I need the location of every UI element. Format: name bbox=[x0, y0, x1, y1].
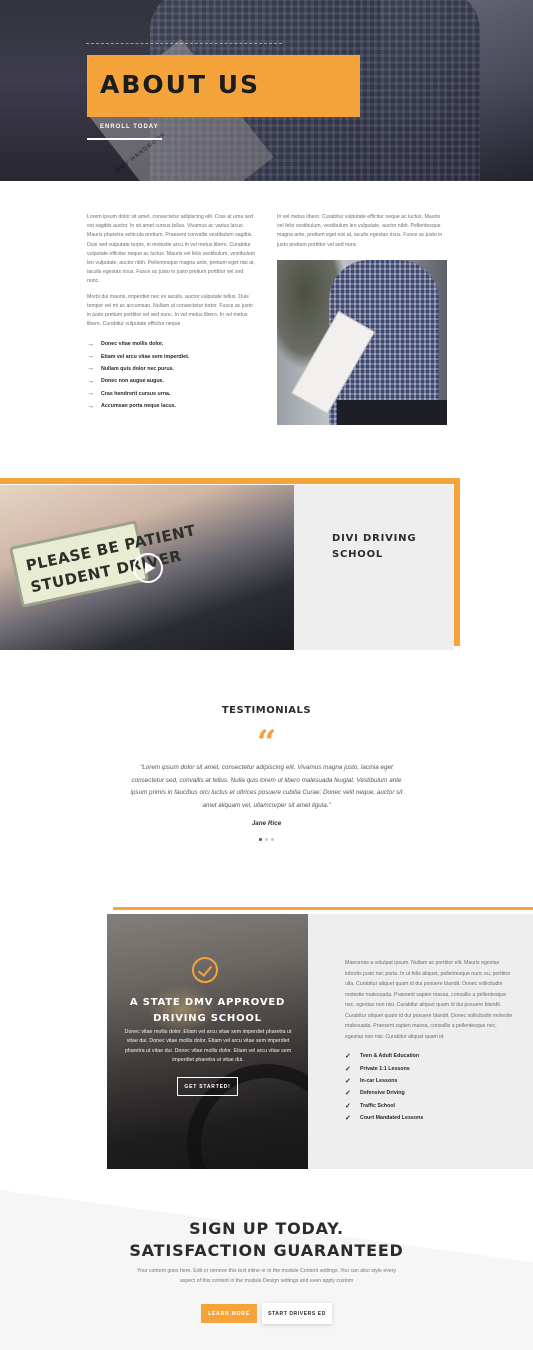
checkmark-icon: ✓ bbox=[345, 1102, 351, 1110]
page-title: ABOUT US bbox=[100, 70, 261, 99]
checkmark-icon: ✓ bbox=[345, 1090, 351, 1098]
testimonial-author: Jane Rice bbox=[251, 820, 282, 827]
slider-dot[interactable] bbox=[259, 838, 262, 841]
bullet-label: Etiam vel arcu vitae sem imperdiet. bbox=[101, 353, 190, 360]
hero-dashed-divider bbox=[86, 43, 282, 44]
bullet-label: Donec vitae mollis dolor. bbox=[101, 341, 164, 348]
testimonial-text: “Lorem ipsum dolor sit amet, consectetur… bbox=[130, 764, 403, 809]
arrow-right-icon: → bbox=[87, 402, 94, 410]
list-item: ✓ Court Mandated Lessons bbox=[345, 1112, 423, 1124]
slider-dots bbox=[259, 838, 274, 841]
arrow-right-icon: → bbox=[87, 353, 94, 361]
about-paragraph-2: Morbi dui mauris, imperdiet nec ex iacul… bbox=[87, 293, 253, 328]
arrow-right-icon: → bbox=[87, 390, 94, 398]
testimonials-heading: TESTIMONIALS bbox=[221, 705, 312, 716]
list-item: ✓ Private 1:1 Lessons bbox=[345, 1062, 423, 1074]
checkmark-icon: ✓ bbox=[345, 1077, 351, 1085]
list-item: → Etiam vel arcu vitae sem imperdiet. bbox=[87, 350, 257, 362]
checkmark-icon: ✓ bbox=[345, 1115, 351, 1123]
bullet-label: Cras hendrerit cursus urna. bbox=[101, 390, 171, 397]
arrow-right-icon: → bbox=[87, 377, 94, 385]
list-item: → Cras hendrerit cursus urna. bbox=[87, 388, 257, 400]
about-left-column: Lorem ipsum dolor sit amet, consectetur … bbox=[87, 213, 257, 329]
about-right-column: In vel metus libero. Curabitur vulputate… bbox=[277, 213, 447, 250]
dmv-title: A STATE DMV APPROVED DRIVING SCHOOL bbox=[129, 997, 286, 1024]
arrow-right-icon: → bbox=[87, 365, 94, 373]
start-drivers-ed-button[interactable]: START DRIVERS ED bbox=[262, 1303, 332, 1324]
enroll-today-link[interactable]: ENROLL TODAY bbox=[100, 124, 159, 130]
list-item: → Donec non augue augue. bbox=[87, 375, 257, 387]
checkmark-icon: ✓ bbox=[345, 1053, 351, 1061]
feature-label: Teen & Adult Education bbox=[360, 1053, 420, 1060]
features-list: ✓ Teen & Adult Education ✓ Private 1:1 Les… bbox=[345, 1050, 423, 1124]
feature-label: In-car Lessons bbox=[360, 1077, 398, 1084]
signup-title-line-2: SATISFACTION GUARANTEED bbox=[129, 1241, 404, 1260]
student-driver-sign: PLEASE BE PATIENT STUDENT DRIVER bbox=[8, 520, 197, 608]
feature-label: Court Mandated Lessons bbox=[360, 1115, 424, 1122]
signup-title-line-1: SIGN UP TODAY. bbox=[189, 1219, 344, 1238]
bullet-label: Nullam quis dolor nec purus. bbox=[101, 365, 174, 372]
dmv-description: Maecenas a volutpat ipsum. Nullam ac por… bbox=[345, 960, 513, 1040]
signup-title: SIGN UP TODAY. SATISFACTION GUARANTEED bbox=[0, 1218, 533, 1262]
list-item: ✓ In-car Lessons bbox=[345, 1075, 423, 1087]
list-item: → Donec vitae mollis dolor. bbox=[87, 338, 257, 350]
about-bullet-list: → Donec vitae mollis dolor. → Etiam vel ar… bbox=[87, 338, 257, 412]
signup-text: Your content goes here. Edit or remove t… bbox=[136, 1268, 397, 1284]
play-icon[interactable] bbox=[133, 553, 163, 583]
feature-label: Traffic School bbox=[360, 1102, 396, 1109]
get-started-button[interactable]: GET STARTED! bbox=[177, 1077, 238, 1096]
slider-dot[interactable] bbox=[265, 838, 268, 841]
about-paragraph-1: Lorem ipsum dolor sit amet, consectetur … bbox=[87, 214, 256, 285]
dmv-body-text: Donec vitae mollis dolor. Etiam vel arcu… bbox=[124, 1029, 292, 1063]
enroll-underline bbox=[87, 138, 162, 140]
list-item: ✓ Teen & Adult Education bbox=[345, 1050, 423, 1062]
learn-more-button[interactable]: LEARN MORE bbox=[201, 1304, 257, 1323]
list-item: ✓ Defensive Driving bbox=[345, 1087, 423, 1099]
orange-accent-line bbox=[113, 907, 533, 910]
feature-label: Defensive Driving bbox=[360, 1090, 405, 1097]
bullet-label: Donec non augue augue. bbox=[101, 378, 164, 385]
quote-icon: “ bbox=[256, 723, 277, 763]
list-item: → Nullam quis dolor nec purus. bbox=[87, 363, 257, 375]
bullet-label: Accumsan porta neque lacus. bbox=[101, 403, 177, 410]
list-item: ✓ Traffic School bbox=[345, 1100, 423, 1112]
list-item: → Accumsan porta neque lacus. bbox=[87, 400, 257, 412]
hero-section: DMV HANDBOOK ABOUT US ENROLL TODAY bbox=[0, 0, 533, 181]
arrow-right-icon: → bbox=[87, 340, 94, 348]
about-paragraph-right: In vel metus libero. Curabitur vulputate… bbox=[277, 214, 443, 248]
slider-dot[interactable] bbox=[271, 838, 274, 841]
school-title: DIVI DRIVING SCHOOL bbox=[332, 533, 417, 560]
student-with-clipboard-image bbox=[277, 260, 447, 425]
pants-shape bbox=[337, 400, 447, 425]
feature-label: Private 1:1 Lessons bbox=[360, 1065, 410, 1072]
checkmark-icon: ✓ bbox=[345, 1065, 351, 1073]
check-circle-icon bbox=[192, 957, 218, 983]
school-panel bbox=[294, 485, 454, 650]
